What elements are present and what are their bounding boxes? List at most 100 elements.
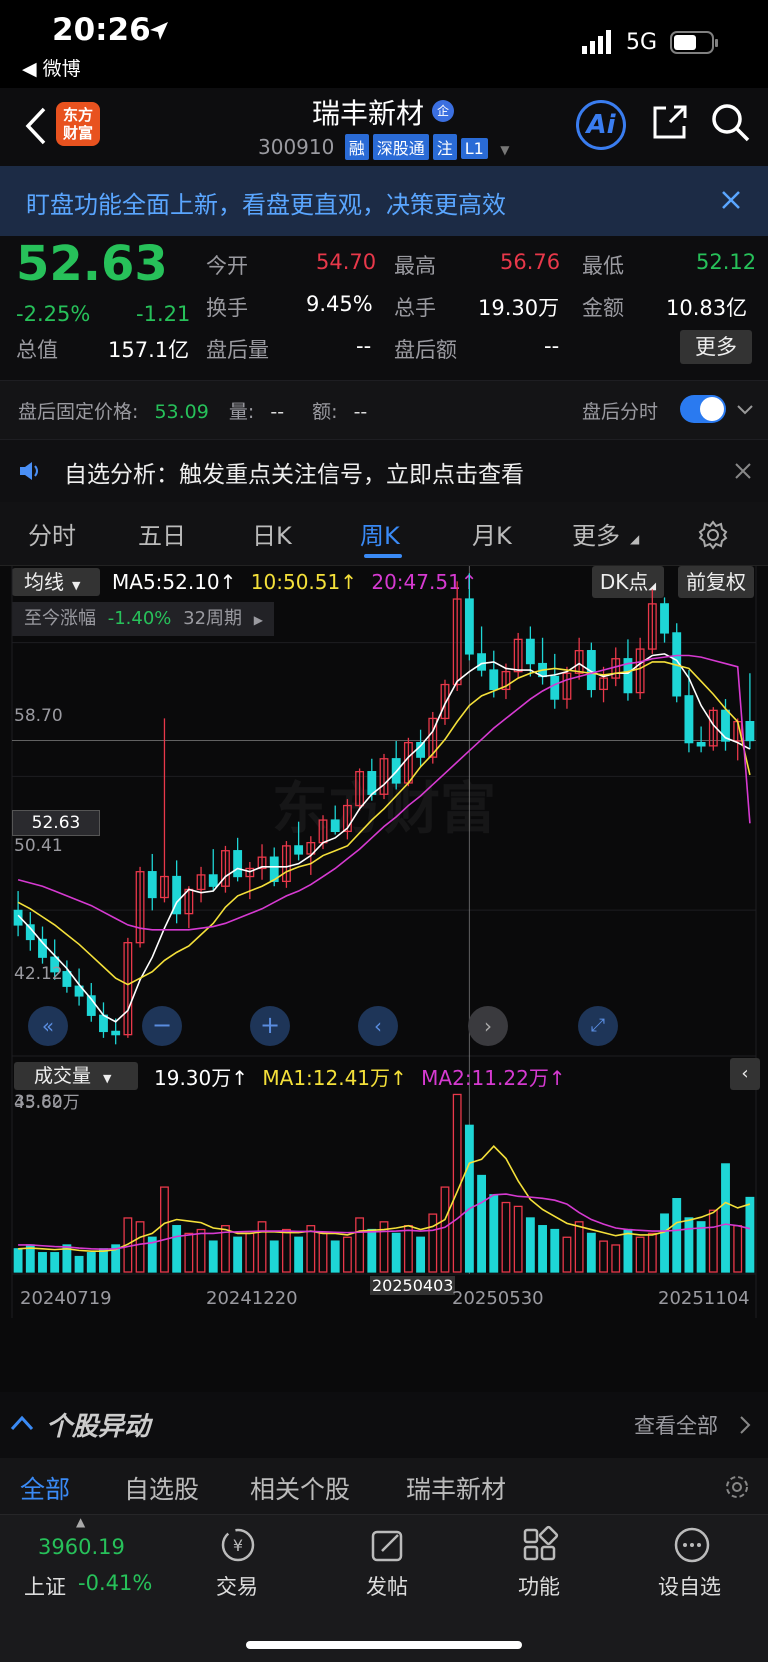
gear-icon[interactable] [698,520,728,550]
crosshair-date-label: 20250403 [370,1276,456,1295]
tab-monthly-k[interactable]: 月K [472,516,512,551]
after-volume-value: -- [356,334,372,358]
dock-functions[interactable]: 功能 [518,1571,560,1601]
share-icon[interactable] [650,102,690,142]
volume-values: 19.30万↑ MA1:12.41万↑ MA2:11.22万↑ [154,1062,566,1091]
mktcap-label: 总值 [16,338,58,362]
dock-trade[interactable]: 交易 [216,1571,258,1601]
zoom-out-button[interactable]: − [142,1006,182,1046]
volume-bar [672,1198,682,1273]
banner-text: 盯盘功能全面上新，看盘更直观，决策更高效 [26,191,506,219]
volume-bar [403,1225,413,1273]
volume-bar [306,1225,316,1273]
home-indicator [246,1641,522,1649]
volume-bar [525,1217,535,1273]
scroll-right-button[interactable]: › [468,1006,508,1046]
current-price-marker: 52.63 [12,810,100,836]
signal-icon [582,30,611,54]
volume-bar [452,1093,462,1273]
volume-bar [647,1232,657,1273]
logo-line-1: 东方 [62,106,93,124]
volume-bar [440,1186,450,1273]
volume-select[interactable]: 成交量 ▼ [14,1062,138,1090]
volume-bar [294,1236,304,1273]
after-hours-price-label: 盘后固定价格: [18,401,139,423]
volume-bar [318,1232,328,1273]
chevron-down-icon[interactable]: ▼ [500,143,509,157]
more-button[interactable]: 更多 [680,330,752,364]
scroll-left-button[interactable]: ‹ [358,1006,398,1046]
rewind-button[interactable]: « [28,1006,68,1046]
zoom-in-button[interactable]: + [250,1006,290,1046]
quote-panel: 52.63 -2.25% -1.21 今开 54.70 最高 56.76 最低 … [0,236,768,380]
chevron-right-icon[interactable] [738,1414,752,1436]
close-icon[interactable] [734,462,752,480]
back-to-app-link[interactable]: ◀ 微博 [22,54,81,81]
chevron-down-icon[interactable] [736,403,754,417]
clock: 20:26 [52,12,151,48]
tab-all[interactable]: 全部 [20,1470,70,1506]
tab-related[interactable]: 相关个股 [250,1470,350,1506]
chevron-up-icon[interactable] [10,1414,34,1432]
collapse-panel-button[interactable]: ‹ [730,1058,760,1090]
volume-bar [74,1255,84,1273]
tab-more[interactable]: 更多 [572,516,620,551]
gear-icon[interactable] [724,1474,750,1500]
search-icon[interactable] [710,102,752,144]
tab-weekly-k[interactable]: 周K [360,516,400,551]
volume-bar [428,1213,438,1273]
app-root: 20:26 ◀ 微博 5G 东方 财富 瑞丰新材 企 300910 融深股通注 L… [0,0,768,1662]
apps-icon[interactable] [520,1525,560,1565]
last-price: 52.63 [16,236,168,292]
after-hours-amt-label: 额: [312,401,338,423]
ai-button[interactable]: Ai [576,100,626,150]
volume-bar [611,1244,621,1273]
volume-bar [489,1194,499,1273]
close-icon[interactable] [720,189,742,211]
candle-body [550,675,560,700]
view-all-link[interactable]: 查看全部 [634,1410,718,1440]
after-amount-value: -- [544,334,560,358]
after-hours-toggle[interactable] [680,395,726,423]
fullscreen-icon[interactable]: ⤢ [578,1006,618,1046]
kline-svg[interactable]: 东方财富 [0,566,768,1392]
volume-bar [184,1232,194,1273]
post-icon[interactable] [368,1525,408,1565]
volume-bar [660,1213,669,1273]
more-dots-icon[interactable] [672,1525,712,1565]
volume-bar [562,1236,572,1273]
volume-bar [172,1225,182,1273]
after-hours-vol-label: 量: [228,401,255,423]
candle-body [684,695,694,744]
tab-intraday[interactable]: 分时 [28,516,76,551]
status-bar: 20:26 ◀ 微博 5G [0,0,768,88]
badge-registration: 注 [432,134,457,160]
dock-add-watchlist[interactable]: 设自选 [658,1571,721,1601]
date-label: 20240719 [20,1288,112,1309]
feature-banner[interactable]: 盯盘功能全面上新，看盘更直观，决策更高效 [0,166,768,236]
volume-bar [635,1236,645,1273]
candle-body [745,721,755,742]
trade-icon[interactable]: ¥ [218,1525,258,1565]
kline-chart[interactable]: 均线 ▼ MA5:52.10↑ 10:50.51↑ 20:47.51↑ DK点◢ … [0,566,768,1392]
volume-bar [245,1232,255,1273]
price-axis-label: 42.12 [14,964,63,984]
volume-bar [416,1236,426,1273]
index-change: -0.41% [78,1571,153,1595]
volume-value: 19.30万↑ [154,1066,249,1090]
tab-daily-k[interactable]: 日K [252,516,292,551]
volume-bar [50,1252,60,1273]
index-value[interactable]: 3960.19 [38,1535,125,1559]
toggle-knob [700,397,724,421]
analysis-notice[interactable]: 自选分析：触发重点关注信号，立即点击查看 [0,440,768,502]
tab-stock[interactable]: 瑞丰新材 [406,1470,506,1506]
dock-post[interactable]: 发帖 [366,1571,408,1601]
candle-body [660,603,669,634]
tab-five-day[interactable]: 五日 [138,516,186,551]
volume-bar [574,1221,584,1273]
tab-watchlist[interactable]: 自选股 [124,1470,199,1506]
volume-bar [99,1248,108,1273]
back-arrow-icon[interactable] [22,106,48,146]
volume-bar [391,1232,401,1273]
volume-value: 19.30万 [478,296,560,320]
